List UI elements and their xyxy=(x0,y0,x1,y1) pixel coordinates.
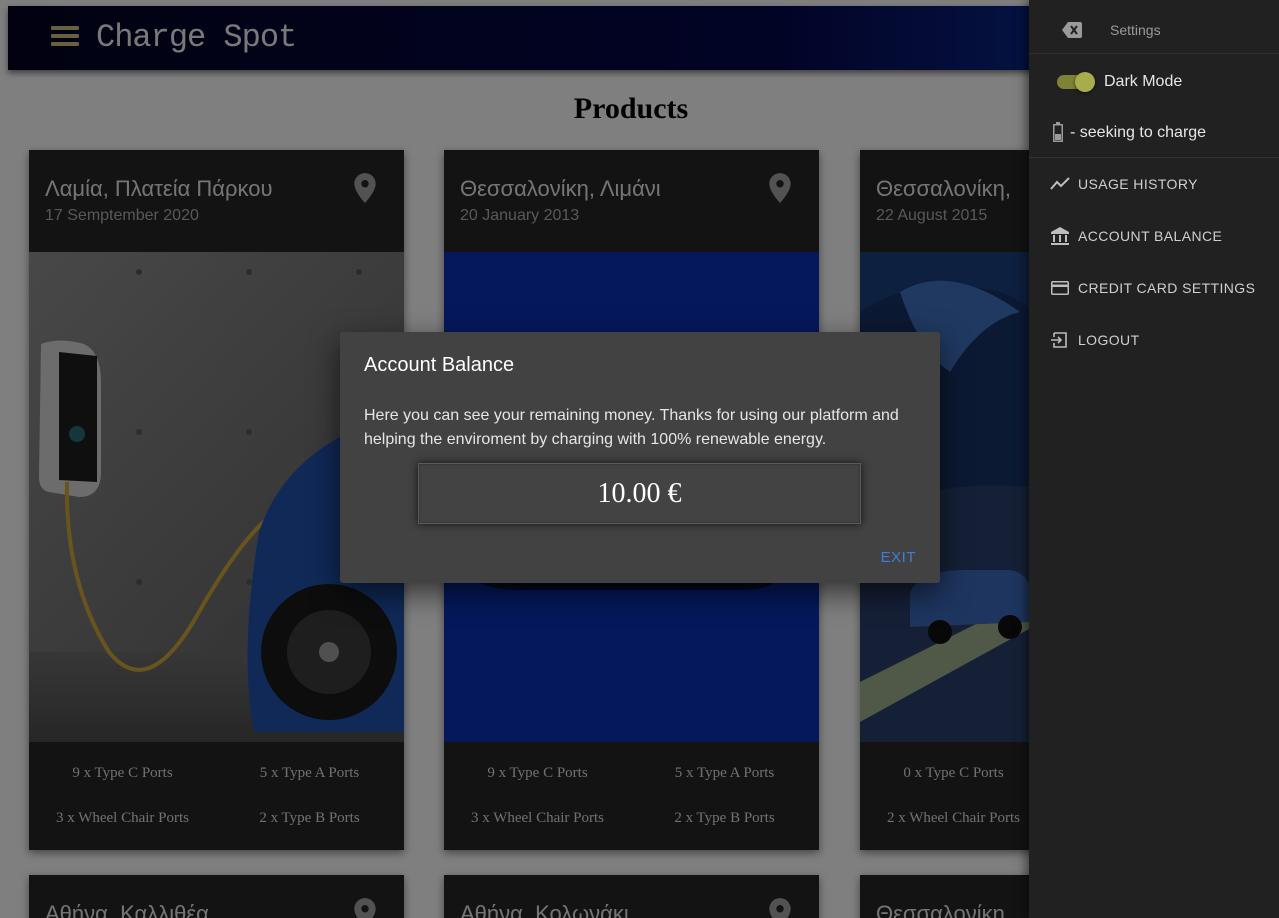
battery-icon xyxy=(1053,122,1063,142)
menu-item-logout[interactable]: LOGOUT xyxy=(1029,320,1279,360)
menu-item-label: LOGOUT xyxy=(1078,332,1140,348)
menu-item-label: USAGE HISTORY xyxy=(1078,176,1198,192)
menu-item-usage-history[interactable]: USAGE HISTORY xyxy=(1029,164,1279,204)
dialog-description: Here you can see your remaining money. T… xyxy=(364,407,899,448)
menu-item-label: ACCOUNT BALANCE xyxy=(1078,228,1223,244)
logout-icon xyxy=(1051,332,1067,348)
menu-item-account-balance[interactable]: ACCOUNT BALANCE xyxy=(1029,216,1279,256)
menu-item-credit-card-settings[interactable]: CREDIT CARD SETTINGS xyxy=(1029,268,1279,308)
drawer-settings-label: Settings xyxy=(1110,22,1161,38)
exit-button[interactable]: EXIT xyxy=(881,549,916,566)
account-balance-dialog: Account Balance Here you can see your re… xyxy=(340,332,940,583)
charge-status: - seeking to charge xyxy=(1070,124,1207,141)
menu-item-label: CREDIT CARD SETTINGS xyxy=(1078,280,1256,296)
balance-amount: 10.00 € xyxy=(418,463,861,524)
dark-mode-toggle[interactable] xyxy=(1057,72,1095,92)
dialog-title: Account Balance xyxy=(364,354,515,376)
dark-mode-label: Dark Mode xyxy=(1104,73,1183,90)
settings-drawer: Settings Dark Mode - seeking to charge U… xyxy=(1029,0,1279,918)
trending-up-icon xyxy=(1050,177,1070,190)
backspace-close-icon[interactable] xyxy=(1062,22,1082,38)
drawer-divider xyxy=(1029,157,1279,158)
bank-icon xyxy=(1051,227,1069,245)
drawer-header: Settings xyxy=(1029,0,1279,54)
credit-card-icon xyxy=(1051,281,1069,295)
